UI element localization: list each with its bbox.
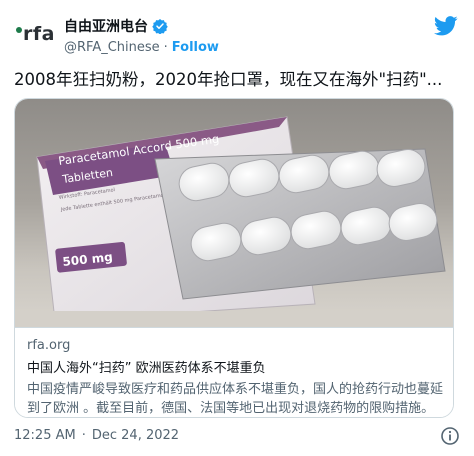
handle-row: @RFA_Chinese · Follow [64, 40, 219, 55]
card-meta[interactable]: rfa.org 中国人海外“扫药” 欧洲医药体系不堪重负 中国疫情严峻导致医疗和… [15, 327, 453, 417]
rfa-logo: rfa [23, 23, 55, 45]
twitter-bird-icon[interactable] [433, 16, 458, 36]
display-name-row[interactable]: 自由亚洲电台 [64, 16, 219, 36]
link-card[interactable]: Paracetamol Accord 500 mg Tabletten Wirk… [14, 98, 454, 418]
separator-dot: · [163, 40, 168, 55]
info-icon[interactable] [440, 426, 460, 446]
card-image[interactable]: Paracetamol Accord 500 mg Tabletten Wirk… [15, 99, 453, 327]
avatar[interactable]: rfa [12, 14, 60, 54]
tweet-time: 12:25 AM [14, 428, 76, 443]
card-title: 中国人海外“扫药” 欧洲医药体系不堪重负 [27, 361, 266, 376]
tweet-date: Dec 24, 2022 [91, 428, 180, 443]
card-domain: rfa.org [27, 338, 71, 353]
medicine-photo: Paracetamol Accord 500 mg Tabletten Wirk… [15, 116, 453, 327]
timestamp-separator: · [81, 428, 86, 443]
tweet-header: rfa 自由亚洲电台 @RFA_Chinese · Follow [12, 10, 462, 58]
tweet-text: 2008年狂扫奶粉，2020年抢口罩，现在又在海外"扫药"... [14, 70, 443, 89]
follow-button[interactable]: Follow [172, 40, 219, 55]
card-description: 中国疫情严峻导致医疗和药品供应体系不堪重负，国人的抢药行动也蔓延到了欧洲 。截至… [27, 382, 444, 416]
display-name[interactable]: 自由亚洲电台 [64, 16, 148, 36]
verified-badge-icon [152, 18, 168, 34]
timestamp[interactable]: 12:25 AM · Dec 24, 2022 [14, 428, 179, 443]
logo-dot [16, 27, 22, 33]
account-names: 自由亚洲电台 @RFA_Chinese · Follow [64, 16, 219, 55]
handle[interactable]: @RFA_Chinese [64, 40, 160, 55]
